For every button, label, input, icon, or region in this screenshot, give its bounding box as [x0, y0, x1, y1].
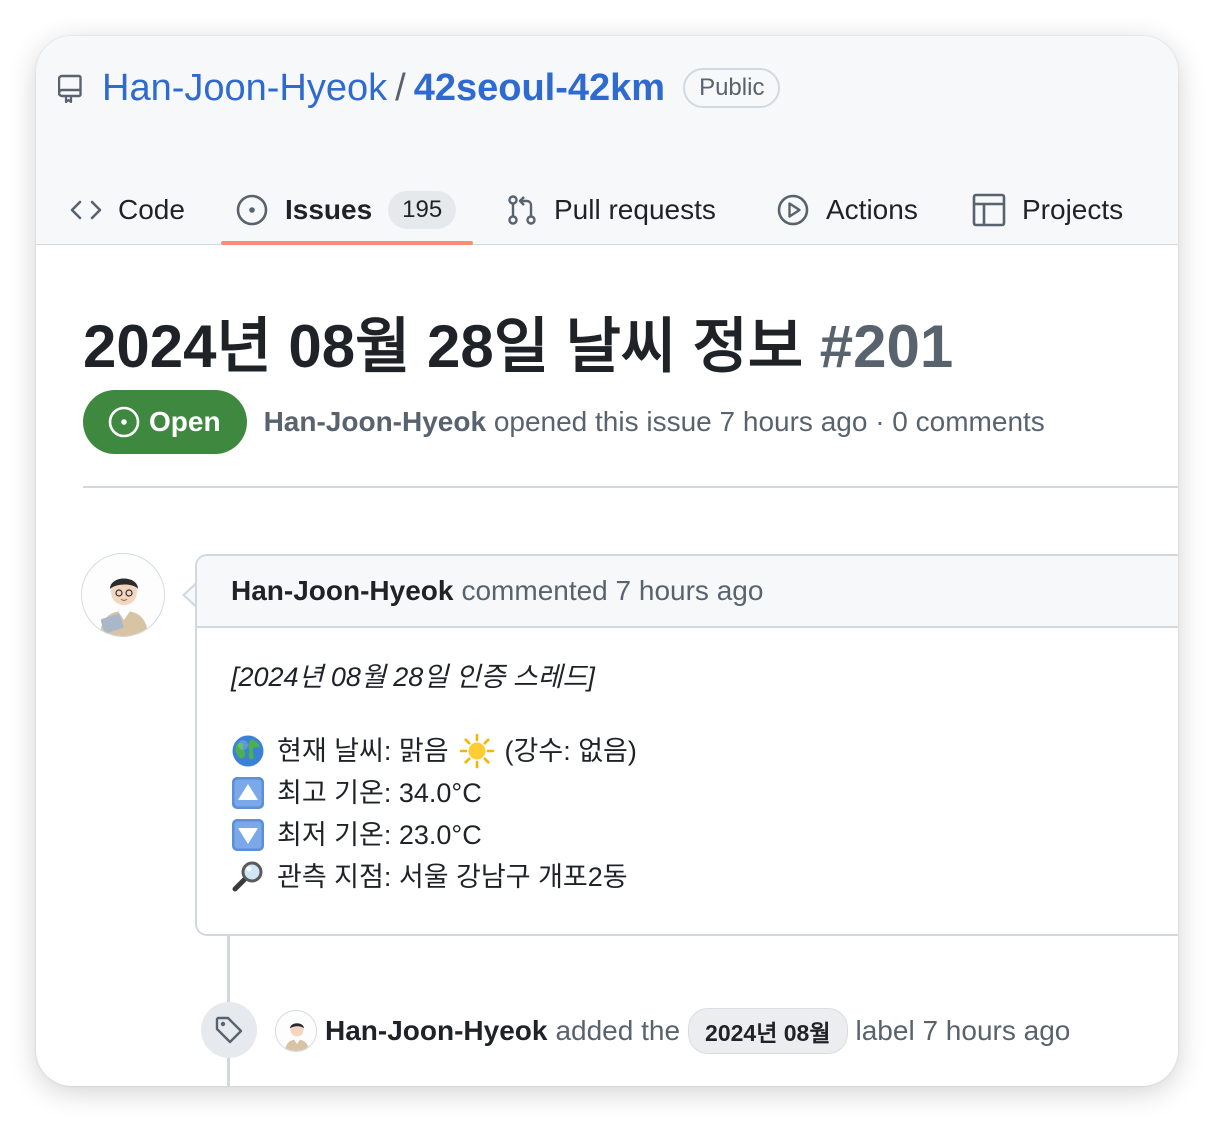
issue-state-badge: Open — [83, 390, 247, 454]
repo-owner-link[interactable]: Han-Joon-Hyeok — [102, 67, 387, 110]
comment-thread-title: [2024년 08월 28일 인증 스레드] — [231, 662, 595, 692]
visibility-badge: Public — [683, 68, 781, 108]
event-action-text: added the — [555, 1015, 681, 1046]
magnifying-glass-icon — [232, 861, 263, 892]
location-line: 관측 지점: 서울 강남구 개포2동 — [231, 856, 637, 898]
issue-state-label: Open — [149, 406, 221, 437]
up-arrow-button-icon — [232, 777, 264, 809]
issue-number: #201 — [819, 313, 954, 380]
repo-title: Han-Joon-Hyeok / 42seoul-42km Public — [58, 66, 781, 110]
min-temp-line: 최저 기온: 23.0°C — [231, 814, 637, 856]
weather-text: 현재 날씨: 맑음 — [277, 736, 449, 766]
event-author-link[interactable]: Han-Joon-Hyeok — [325, 1015, 547, 1047]
avatar-illustration — [276, 1011, 316, 1051]
avatar[interactable] — [81, 553, 165, 637]
tab-pull-requests[interactable]: Pull requests — [506, 176, 716, 244]
comment-box: Han-Joon-Hyeok commented 7 hours ago [20… — [195, 554, 1178, 936]
repo-path-separator: / — [395, 66, 406, 109]
repo-name-link[interactable]: 42seoul-42km — [414, 67, 665, 110]
active-tab-underline — [221, 241, 473, 245]
avatar-illustration — [82, 554, 164, 636]
timeline-badge — [201, 1002, 257, 1058]
tag-icon — [215, 1016, 243, 1044]
tab-code-label: Code — [118, 194, 185, 225]
precipitation-text: (강수: 없음) — [504, 736, 637, 766]
issue-meta: Han-Joon-Hyeok opened this issue 7 hours… — [264, 406, 1045, 438]
issue-state-row: Open Han-Joon-Hyeok opened this issue 7 … — [83, 390, 1045, 454]
issue-opened-icon — [108, 406, 140, 438]
tab-issues[interactable]: Issues 195 — [235, 176, 457, 244]
tab-projects-label: Projects — [1022, 194, 1124, 225]
code-icon — [70, 200, 102, 220]
min-temp-text: 최저 기온: 23.0°C — [277, 820, 482, 850]
label-event: Han-Joon-Hyeok added the 2024년 08월 label… — [275, 1008, 1071, 1054]
issue-title-text: 2024년 08월 28일 날씨 정보 — [83, 313, 804, 380]
issue-opened-icon — [236, 194, 268, 226]
issue-page-card: Han-Joon-Hyeok / 42seoul-42km Public Cod… — [36, 36, 1178, 1086]
weather-line: 현재 날씨: 맑음 (강수: 없음) — [231, 730, 637, 772]
header-divider — [83, 486, 1178, 488]
issues-count-badge: 195 — [388, 191, 457, 229]
sun-icon — [459, 733, 494, 769]
down-arrow-button-icon — [232, 819, 264, 851]
issue-title: 2024년 08월 28일 날씨 정보 #201 — [83, 298, 953, 385]
issue-author-link[interactable]: Han-Joon-Hyeok — [264, 406, 486, 437]
max-temp-text: 최고 기온: 34.0°C — [277, 778, 482, 808]
location-text: 관측 지점: 서울 강남구 개포2동 — [277, 862, 628, 892]
play-icon — [777, 194, 809, 226]
comment-timestamp[interactable]: commented 7 hours ago — [461, 575, 763, 607]
repo-icon — [58, 74, 82, 103]
avatar[interactable] — [275, 1010, 317, 1052]
repo-nav-tabs: Code Issues 195 Pull requests Actions Pr… — [36, 176, 1178, 244]
comment-header: Han-Joon-Hyeok commented 7 hours ago — [197, 556, 1178, 628]
tab-code[interactable]: Code — [70, 176, 185, 244]
tab-projects[interactable]: Projects — [972, 176, 1123, 244]
globe-icon — [232, 735, 264, 767]
tab-pull-requests-label: Pull requests — [554, 194, 716, 225]
tab-issues-label: Issues — [285, 194, 373, 225]
table-icon — [972, 193, 1006, 227]
comment-author-link[interactable]: Han-Joon-Hyeok — [231, 575, 453, 607]
comment-body: [2024년 08월 28일 인증 스레드] 현재 날씨: 맑음 (강수: 없음… — [231, 656, 637, 898]
repo-header: Han-Joon-Hyeok / 42seoul-42km Public Cod… — [36, 36, 1178, 245]
tab-actions-label: Actions — [826, 194, 918, 225]
tab-actions[interactable]: Actions — [776, 176, 918, 244]
issue-opened-text: opened this issue 7 hours ago · 0 commen… — [493, 406, 1045, 437]
label-chip[interactable]: 2024년 08월 — [688, 1008, 848, 1054]
max-temp-line: 최고 기온: 34.0°C — [231, 772, 637, 814]
event-suffix-text[interactable]: label 7 hours ago — [856, 1015, 1071, 1047]
git-pull-request-icon — [508, 195, 536, 225]
